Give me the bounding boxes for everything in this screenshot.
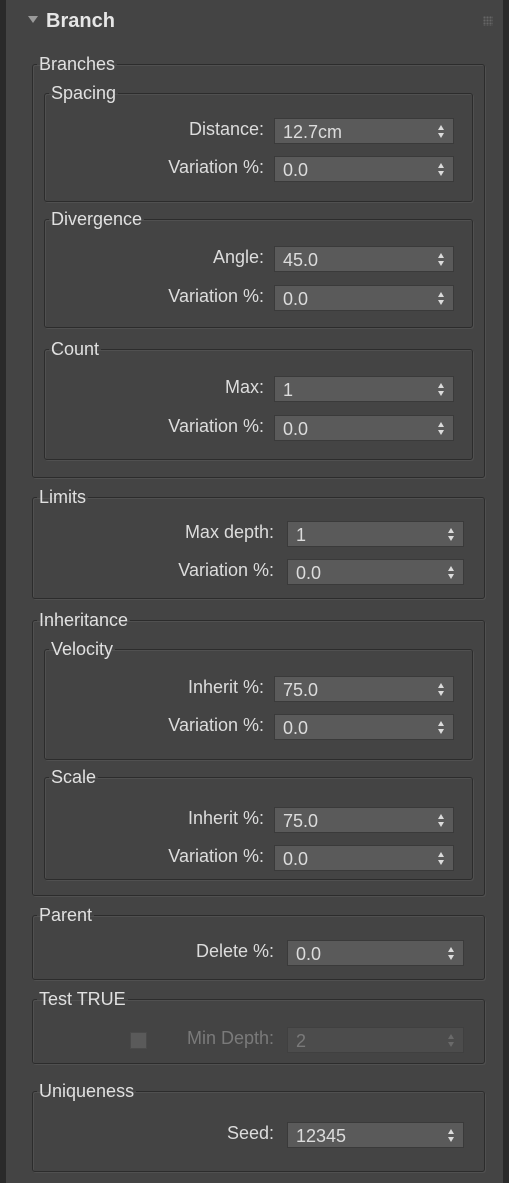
spinner-arrows-icon[interactable] bbox=[438, 125, 446, 138]
velocity-inherit-value[interactable]: 75.0 bbox=[283, 680, 318, 701]
collapse-triangle-icon[interactable] bbox=[28, 16, 38, 23]
group-inheritance-legend: Inheritance bbox=[39, 610, 129, 630]
spinner-arrows-icon[interactable] bbox=[448, 1129, 456, 1142]
count-variation-value[interactable]: 0.0 bbox=[283, 419, 308, 440]
spacing-variation-value[interactable]: 0.0 bbox=[283, 160, 308, 181]
velocity-variation-value[interactable]: 0.0 bbox=[283, 718, 308, 739]
max-spinner[interactable]: 1 bbox=[274, 376, 454, 402]
scale-variation-label: Variation %: bbox=[168, 846, 264, 866]
angle-label: Angle: bbox=[212, 247, 264, 267]
divergence-variation-label: Variation %: bbox=[168, 286, 264, 306]
distance-value[interactable]: 12.7cm bbox=[283, 122, 342, 143]
max-label: Max: bbox=[224, 377, 264, 397]
delete-spinner[interactable]: 0.0 bbox=[287, 940, 464, 966]
panel-right-edge bbox=[503, 0, 509, 1183]
grip-icon[interactable] bbox=[483, 16, 493, 26]
seed-label: Seed: bbox=[226, 1123, 274, 1143]
angle-value[interactable]: 45.0 bbox=[283, 250, 318, 271]
min-depth-label: Min Depth: bbox=[186, 1028, 274, 1048]
count-variation-spinner[interactable]: 0.0 bbox=[274, 415, 454, 441]
max-value[interactable]: 1 bbox=[283, 380, 293, 401]
max-depth-spinner[interactable]: 1 bbox=[287, 521, 464, 547]
group-scale-legend: Scale bbox=[51, 767, 97, 787]
scale-inherit-spinner[interactable]: 75.0 bbox=[274, 807, 454, 833]
branch-rollout: Branch Branches Spacing Distance: 12.7cm… bbox=[0, 0, 509, 1183]
group-count-legend: Count bbox=[51, 339, 100, 359]
spinner-arrows-icon[interactable] bbox=[448, 528, 456, 541]
panel-left-edge bbox=[0, 0, 6, 1183]
spinner-arrows-icon[interactable] bbox=[438, 253, 446, 266]
velocity-inherit-spinner[interactable]: 75.0 bbox=[274, 676, 454, 702]
spinner-arrows-icon[interactable] bbox=[438, 852, 446, 865]
group-test-true-legend: Test TRUE bbox=[39, 989, 126, 1009]
limits-variation-spinner[interactable]: 0.0 bbox=[287, 559, 464, 585]
spinner-arrows-icon[interactable] bbox=[438, 721, 446, 734]
spinner-arrows-icon[interactable] bbox=[438, 814, 446, 827]
seed-value[interactable]: 12345 bbox=[296, 1126, 346, 1147]
velocity-variation-label: Variation %: bbox=[168, 715, 264, 735]
limits-variation-label: Variation %: bbox=[178, 560, 274, 580]
velocity-inherit-label: Inherit %: bbox=[187, 677, 264, 697]
scale-variation-spinner[interactable]: 0.0 bbox=[274, 845, 454, 871]
delete-label: Delete %: bbox=[195, 941, 274, 961]
scale-variation-value[interactable]: 0.0 bbox=[283, 849, 308, 870]
spinner-arrows-icon[interactable] bbox=[438, 292, 446, 305]
spinner-arrows-icon[interactable] bbox=[448, 1034, 456, 1047]
group-branches-legend: Branches bbox=[39, 54, 116, 74]
max-depth-label: Max depth: bbox=[184, 522, 274, 542]
spinner-arrows-icon[interactable] bbox=[438, 163, 446, 176]
group-parent-legend: Parent bbox=[39, 905, 93, 925]
spacing-variation-label: Variation %: bbox=[168, 157, 264, 177]
rollout-header[interactable]: Branch bbox=[6, 0, 503, 46]
spinner-arrows-icon[interactable] bbox=[438, 422, 446, 435]
seed-spinner[interactable]: 12345 bbox=[287, 1122, 464, 1148]
limits-variation-value[interactable]: 0.0 bbox=[296, 563, 321, 584]
rollout-title: Branch bbox=[46, 10, 115, 32]
min-depth-value[interactable]: 2 bbox=[296, 1031, 306, 1052]
spinner-arrows-icon[interactable] bbox=[448, 566, 456, 579]
divergence-variation-spinner[interactable]: 0.0 bbox=[274, 285, 454, 311]
group-uniqueness-legend: Uniqueness bbox=[39, 1081, 135, 1101]
spinner-arrows-icon[interactable] bbox=[438, 383, 446, 396]
scale-inherit-value[interactable]: 75.0 bbox=[283, 811, 318, 832]
spacing-variation-spinner[interactable]: 0.0 bbox=[274, 156, 454, 182]
divergence-variation-value[interactable]: 0.0 bbox=[283, 289, 308, 310]
max-depth-value[interactable]: 1 bbox=[296, 525, 306, 546]
delete-value[interactable]: 0.0 bbox=[296, 944, 321, 965]
spinner-arrows-icon[interactable] bbox=[448, 947, 456, 960]
min-depth-spinner[interactable]: 2 bbox=[287, 1027, 464, 1053]
distance-label: Distance: bbox=[188, 119, 264, 139]
velocity-variation-spinner[interactable]: 0.0 bbox=[274, 714, 454, 740]
test-true-checkbox[interactable] bbox=[130, 1032, 147, 1049]
count-variation-label: Variation %: bbox=[168, 416, 264, 436]
angle-spinner[interactable]: 45.0 bbox=[274, 246, 454, 272]
scale-inherit-label: Inherit %: bbox=[187, 808, 264, 828]
group-limits-legend: Limits bbox=[39, 487, 87, 507]
spinner-arrows-icon[interactable] bbox=[438, 683, 446, 696]
group-divergence-legend: Divergence bbox=[51, 209, 143, 229]
group-spacing-legend: Spacing bbox=[51, 83, 117, 103]
distance-spinner[interactable]: 12.7cm bbox=[274, 118, 454, 144]
group-velocity-legend: Velocity bbox=[51, 639, 114, 659]
